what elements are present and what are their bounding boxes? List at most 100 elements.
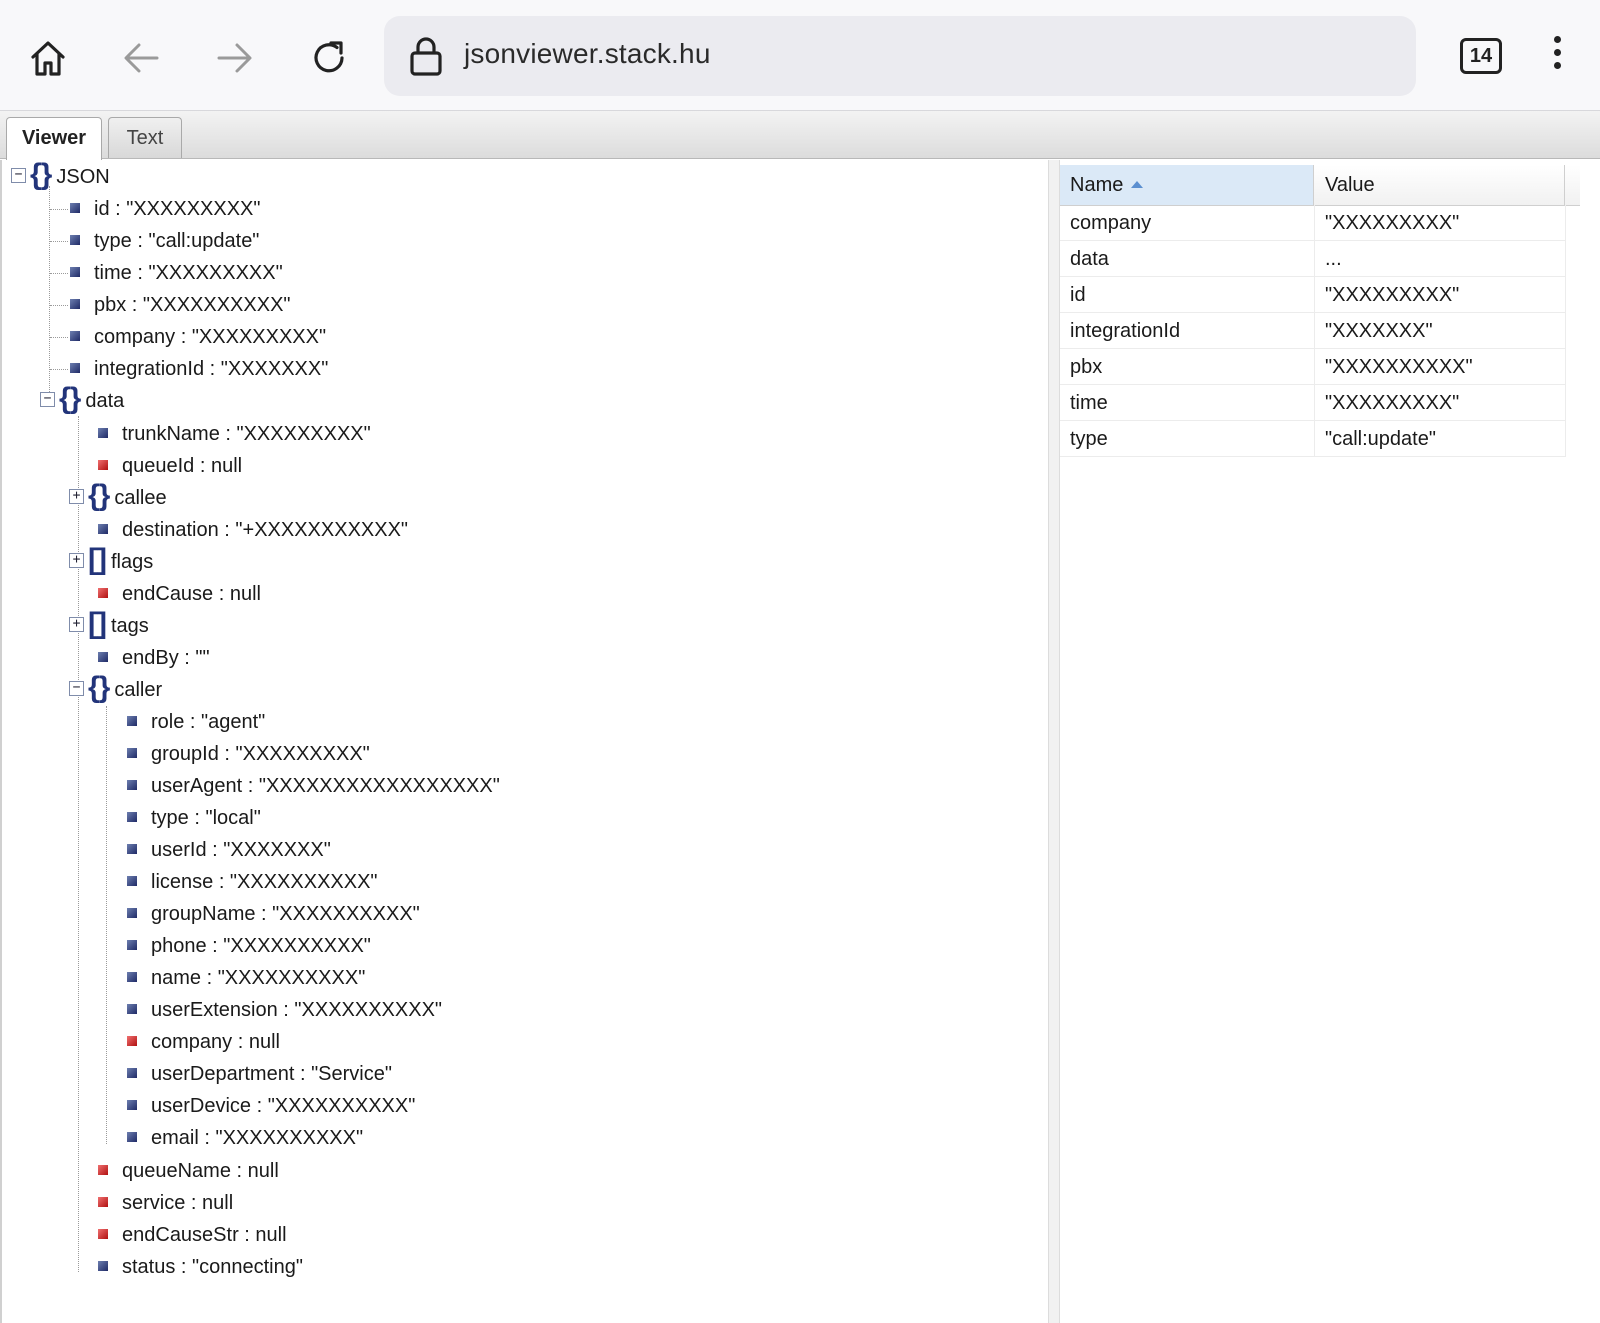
tree-node-destination[interactable]: destination : "+XXXXXXXXXXX"	[98, 514, 408, 546]
tree-node-endcause[interactable]: endCause : null	[98, 578, 261, 610]
leaf-node-icon	[127, 907, 137, 918]
tree-connector	[50, 369, 68, 370]
leaf-node-icon	[98, 427, 108, 438]
leaf-node-icon	[127, 939, 137, 950]
tree-node-callee[interactable]: +{} callee	[69, 479, 167, 514]
tree-node-email[interactable]: email : "XXXXXXXXXX"	[127, 1122, 363, 1154]
address-bar[interactable]: jsonviewer.stack.hu	[384, 16, 1416, 96]
tree-node-data[interactable]: −{} data	[40, 382, 124, 417]
null-node-icon	[98, 1196, 108, 1207]
reload-button[interactable]	[301, 30, 357, 86]
node-label: groupId : "XXXXXXXXX"	[151, 743, 370, 765]
array-brackets-icon: []	[88, 542, 107, 576]
tree-node-userdevice[interactable]: userDevice : "XXXXXXXXXX"	[127, 1090, 415, 1122]
tree-node-type[interactable]: type : "call:update"	[70, 225, 259, 257]
tree-node-time[interactable]: time : "XXXXXXXXX"	[70, 257, 283, 289]
column-header-value[interactable]: Value	[1315, 165, 1565, 205]
node-label: destination : "+XXXXXXXXXXX"	[122, 519, 409, 541]
null-node-icon	[127, 1035, 137, 1046]
tree-node-pbx[interactable]: pbx : "XXXXXXXXXX"	[70, 289, 291, 321]
tree-node-groupname[interactable]: groupName : "XXXXXXXXXX"	[127, 898, 420, 930]
tree-node-groupid[interactable]: groupId : "XXXXXXXXX"	[127, 738, 370, 770]
node-label: queueName : null	[122, 1160, 279, 1182]
tree-node-phone[interactable]: phone : "XXXXXXXXXX"	[127, 930, 371, 962]
tree-node-name[interactable]: name : "XXXXXXXXXX"	[127, 962, 365, 994]
tree-connector	[50, 337, 68, 338]
tree-node-endcausestr[interactable]: endCauseStr : null	[98, 1219, 287, 1251]
tree-node-flags[interactable]: +[] flags	[69, 542, 153, 578]
expand-icon[interactable]: +	[69, 617, 84, 633]
tree-node-tags[interactable]: +[] tags	[69, 607, 149, 642]
tree-node-trunkname[interactable]: trunkName : "XXXXXXXXX"	[98, 418, 371, 450]
tab-count-button[interactable]: 14	[1460, 38, 1502, 74]
grid-header: Name Value	[1060, 165, 1580, 206]
leaf-node-icon	[127, 779, 137, 790]
collapse-icon[interactable]: −	[11, 168, 26, 184]
tree-node-endby[interactable]: endBy : ""	[98, 642, 210, 674]
home-icon	[31, 41, 65, 76]
json-tree-pane: −{} JSON id : "XXXXXXXXX" type : "call:up…	[0, 158, 1050, 1323]
tab-text[interactable]: Text	[108, 117, 182, 158]
lock-icon	[410, 37, 442, 76]
node-label: endCauseStr : null	[122, 1224, 287, 1246]
tree-node-caller[interactable]: −{} caller	[69, 671, 162, 706]
tree-node-root[interactable]: −{} JSON	[11, 158, 110, 193]
leaf-node-icon	[127, 715, 137, 726]
null-node-icon	[98, 587, 108, 598]
tree-node-userid[interactable]: userId : "XXXXXXX"	[127, 834, 331, 866]
more-vertical-icon[interactable]	[1552, 36, 1562, 76]
viewer-tabs: Viewer Text	[0, 111, 1600, 160]
back-button[interactable]	[113, 30, 169, 86]
grid-row[interactable]: time "XXXXXXXXX"	[1060, 385, 1565, 421]
grid-row[interactable]: type "call:update"	[1060, 421, 1565, 457]
tree-node-userextension[interactable]: userExtension : "XXXXXXXXXX"	[127, 994, 442, 1026]
leaf-node-icon	[70, 266, 80, 277]
expand-icon[interactable]: +	[69, 553, 84, 569]
tree-node-integrationid[interactable]: integrationId : "XXXXXXX"	[70, 353, 328, 385]
home-button[interactable]	[20, 30, 76, 86]
grid-row[interactable]: id "XXXXXXXXX"	[1060, 277, 1565, 313]
tree-node-company[interactable]: company : "XXXXXXXXX"	[70, 321, 326, 353]
node-label: time : "XXXXXXXXX"	[94, 262, 283, 284]
leaf-node-icon	[70, 298, 80, 309]
tree-node-caller-company[interactable]: company : null	[127, 1026, 280, 1058]
node-label: endCause : null	[122, 583, 261, 605]
grid-row[interactable]: integrationId "XXXXXXX"	[1060, 313, 1565, 349]
tree-node-role[interactable]: role : "agent"	[127, 706, 265, 738]
column-divider	[1565, 205, 1566, 457]
leaf-node-icon	[127, 971, 137, 982]
tree-node-status[interactable]: status : "connecting"	[98, 1251, 303, 1283]
tree-node-userdepartment[interactable]: userDepartment : "Service"	[127, 1058, 392, 1090]
grid-row[interactable]: pbx "XXXXXXXXXX"	[1060, 349, 1565, 385]
column-header-label: Name	[1070, 174, 1124, 196]
tree-node-service[interactable]: service : null	[98, 1187, 233, 1219]
arrow-left-icon	[124, 43, 159, 73]
node-label: company : "XXXXXXXXX"	[94, 326, 327, 348]
node-label: integrationId : "XXXXXXX"	[94, 358, 329, 380]
collapse-icon[interactable]: −	[40, 392, 55, 408]
column-header-label: Value	[1325, 174, 1375, 196]
forward-button[interactable]	[207, 30, 263, 86]
tree-connector	[106, 706, 107, 1144]
tree-node-useragent[interactable]: userAgent : "XXXXXXXXXXXXXXXXX"	[127, 770, 500, 802]
leaf-node-icon	[70, 330, 80, 341]
grid-row[interactable]: data...	[1060, 241, 1565, 277]
node-label: service : null	[122, 1192, 234, 1214]
pane-splitter[interactable]	[1048, 160, 1060, 1323]
tab-viewer[interactable]: Viewer	[6, 117, 102, 160]
grid-cell-value: "XXXXXXXXX"	[1325, 212, 1460, 234]
node-label: license : "XXXXXXXXXX"	[151, 871, 378, 893]
tree-node-id[interactable]: id : "XXXXXXXXX"	[70, 193, 261, 225]
collapse-icon[interactable]: −	[69, 681, 84, 697]
tree-node-queuename[interactable]: queueName : null	[98, 1155, 279, 1187]
node-label: phone : "XXXXXXXXXX"	[151, 935, 371, 957]
expand-icon[interactable]: +	[69, 489, 84, 505]
grid-row[interactable]: company "XXXXXXXXX"	[1060, 205, 1565, 241]
tree-node-queueid[interactable]: queueId : null	[98, 450, 242, 482]
node-label: company : null	[151, 1031, 280, 1053]
column-header-name[interactable]: Name	[1060, 165, 1314, 205]
tree-node-license[interactable]: license : "XXXXXXXXXX"	[127, 866, 378, 898]
leaf-node-icon	[127, 843, 137, 854]
tree-node-caller-type[interactable]: type : "local"	[127, 802, 261, 834]
leaf-node-icon	[70, 202, 80, 213]
